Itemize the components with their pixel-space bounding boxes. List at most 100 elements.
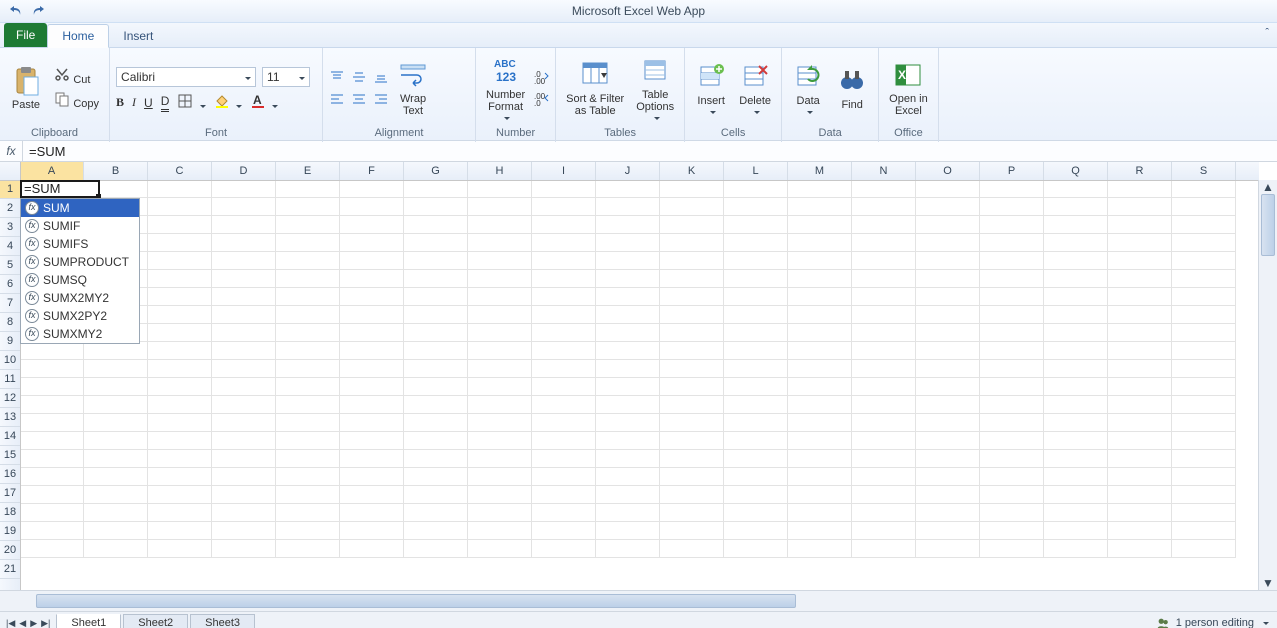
cell[interactable] bbox=[916, 216, 980, 234]
font-size-combo[interactable]: 11 bbox=[262, 67, 310, 87]
column-header-P[interactable]: P bbox=[980, 162, 1044, 180]
row-header-1[interactable]: 1 bbox=[0, 180, 20, 199]
column-header-G[interactable]: G bbox=[404, 162, 468, 180]
insert-cells-button[interactable]: Insert bbox=[691, 59, 731, 117]
autocomplete-item[interactable]: fxSUMX2PY2 bbox=[21, 307, 139, 325]
cell[interactable] bbox=[852, 216, 916, 234]
cell[interactable] bbox=[148, 270, 212, 288]
cell[interactable] bbox=[1172, 486, 1236, 504]
cell[interactable] bbox=[212, 468, 276, 486]
cell[interactable] bbox=[1044, 540, 1108, 558]
cell[interactable] bbox=[404, 432, 468, 450]
cell[interactable] bbox=[724, 198, 788, 216]
cell[interactable] bbox=[276, 486, 340, 504]
status-dropdown-icon[interactable] bbox=[1260, 617, 1269, 628]
cell[interactable] bbox=[980, 486, 1044, 504]
cell[interactable] bbox=[1044, 198, 1108, 216]
cell[interactable] bbox=[1108, 270, 1172, 288]
cell[interactable] bbox=[724, 468, 788, 486]
cell[interactable] bbox=[1172, 216, 1236, 234]
cell[interactable] bbox=[1172, 432, 1236, 450]
column-header-J[interactable]: J bbox=[596, 162, 660, 180]
decrease-decimal-icon[interactable]: .00.0 bbox=[533, 91, 549, 107]
cell[interactable] bbox=[404, 306, 468, 324]
wrap-text-button[interactable]: Wrap Text bbox=[393, 57, 433, 119]
cell[interactable] bbox=[404, 252, 468, 270]
cell[interactable] bbox=[1108, 288, 1172, 306]
cell[interactable] bbox=[212, 198, 276, 216]
cell[interactable] bbox=[1172, 234, 1236, 252]
cell-grid[interactable] bbox=[20, 180, 1259, 590]
sheet-nav-prev-icon[interactable]: ◀ bbox=[19, 618, 26, 628]
cell[interactable] bbox=[1172, 378, 1236, 396]
row-header-21[interactable]: 21 bbox=[0, 560, 20, 579]
column-headers[interactable]: ABCDEFGHIJKLMNOPQRS bbox=[20, 162, 1259, 181]
cell[interactable] bbox=[724, 234, 788, 252]
formula-autocomplete[interactable]: fxSUMfxSUMIFfxSUMIFSfxSUMPRODUCTfxSUMSQf… bbox=[20, 198, 140, 344]
cell[interactable] bbox=[660, 252, 724, 270]
cell[interactable] bbox=[980, 342, 1044, 360]
cell[interactable] bbox=[660, 540, 724, 558]
align-middle-icon[interactable] bbox=[351, 69, 367, 85]
font-color-button[interactable]: A bbox=[250, 93, 278, 112]
cell[interactable] bbox=[788, 288, 852, 306]
row-header-6[interactable]: 6 bbox=[0, 275, 20, 294]
cell[interactable] bbox=[84, 522, 148, 540]
cell[interactable] bbox=[340, 378, 404, 396]
active-cell-a1[interactable]: =SUM bbox=[20, 180, 100, 198]
cell[interactable] bbox=[596, 342, 660, 360]
cell[interactable] bbox=[980, 396, 1044, 414]
cell[interactable] bbox=[148, 324, 212, 342]
cell[interactable] bbox=[468, 342, 532, 360]
cell[interactable] bbox=[20, 504, 84, 522]
underline-button[interactable]: U bbox=[144, 96, 153, 110]
cut-button[interactable]: Cut bbox=[50, 65, 103, 87]
sheet-nav[interactable]: |◀ ◀ ▶ ▶| bbox=[0, 618, 56, 628]
number-format-button[interactable]: ABC123 Number Format bbox=[482, 53, 529, 123]
cell[interactable] bbox=[340, 216, 404, 234]
cell[interactable] bbox=[724, 504, 788, 522]
cell[interactable] bbox=[980, 306, 1044, 324]
cell[interactable] bbox=[532, 468, 596, 486]
cell[interactable] bbox=[212, 288, 276, 306]
cell[interactable] bbox=[340, 180, 404, 198]
row-header-15[interactable]: 15 bbox=[0, 446, 20, 465]
column-header-B[interactable]: B bbox=[84, 162, 148, 180]
cell[interactable] bbox=[660, 324, 724, 342]
cell[interactable] bbox=[788, 360, 852, 378]
cell[interactable] bbox=[724, 216, 788, 234]
horizontal-scrollbar[interactable] bbox=[36, 593, 1259, 609]
cell[interactable] bbox=[404, 234, 468, 252]
cell[interactable] bbox=[596, 450, 660, 468]
cell[interactable] bbox=[852, 252, 916, 270]
cell[interactable] bbox=[980, 288, 1044, 306]
cell[interactable] bbox=[276, 504, 340, 522]
cell[interactable] bbox=[276, 414, 340, 432]
cell[interactable] bbox=[596, 468, 660, 486]
cell[interactable] bbox=[980, 324, 1044, 342]
column-header-K[interactable]: K bbox=[660, 162, 724, 180]
cell[interactable] bbox=[1044, 378, 1108, 396]
cell[interactable] bbox=[468, 270, 532, 288]
delete-cells-button[interactable]: Delete bbox=[735, 59, 775, 117]
cell[interactable] bbox=[852, 396, 916, 414]
cell[interactable] bbox=[1108, 216, 1172, 234]
cell[interactable] bbox=[148, 234, 212, 252]
italic-button[interactable]: I bbox=[132, 95, 136, 110]
cell[interactable] bbox=[532, 360, 596, 378]
cell[interactable] bbox=[468, 540, 532, 558]
cell[interactable] bbox=[84, 432, 148, 450]
cell[interactable] bbox=[980, 504, 1044, 522]
cell[interactable] bbox=[1044, 252, 1108, 270]
cell[interactable] bbox=[596, 396, 660, 414]
cell[interactable] bbox=[660, 468, 724, 486]
cell[interactable] bbox=[404, 198, 468, 216]
tab-home[interactable]: Home bbox=[47, 24, 109, 48]
cell[interactable] bbox=[276, 432, 340, 450]
fx-icon[interactable]: fx bbox=[0, 141, 23, 161]
cell[interactable] bbox=[1108, 234, 1172, 252]
tab-file[interactable]: File bbox=[4, 23, 47, 47]
scroll-up-icon[interactable]: ▲ bbox=[1259, 180, 1277, 194]
cell[interactable] bbox=[1108, 180, 1172, 198]
cell[interactable] bbox=[532, 396, 596, 414]
